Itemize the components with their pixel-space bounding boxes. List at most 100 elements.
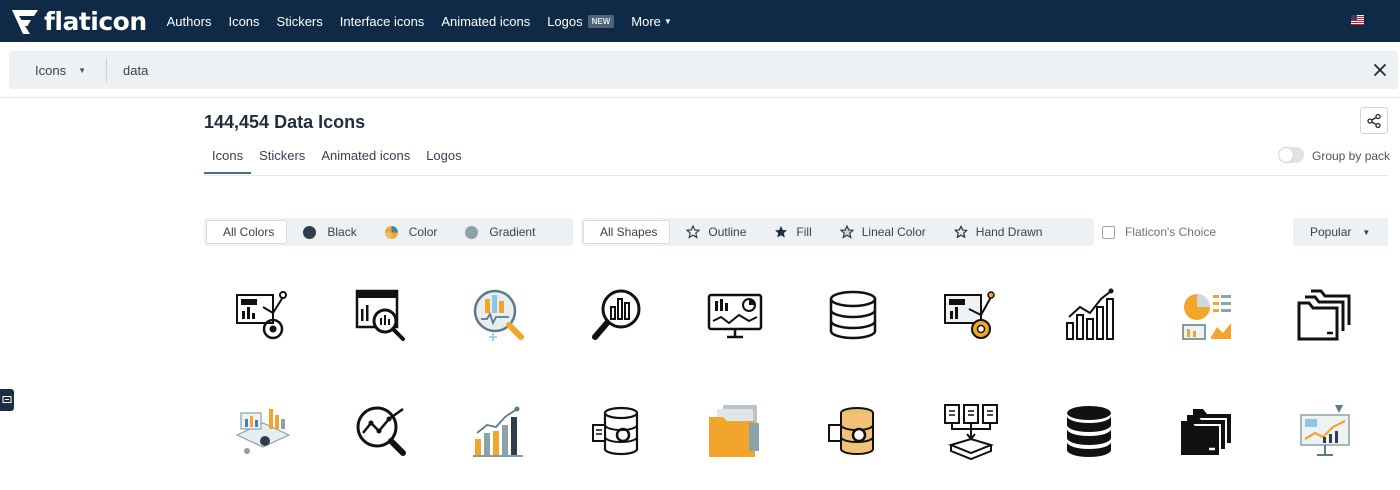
nav-stickers[interactable]: Stickers (277, 14, 323, 29)
nav-logos[interactable]: Logos NEW (547, 13, 615, 29)
filter-gradient-label: Gradient (489, 225, 536, 239)
icon-result[interactable] (1148, 270, 1266, 360)
flaticons-choice-checkbox[interactable] (1102, 225, 1115, 239)
chart-magnifier-icon (592, 289, 641, 340)
nav-logos-label: Logos (547, 13, 583, 29)
icon-result[interactable] (558, 270, 676, 360)
isometric-dashboard-icon (235, 409, 291, 454)
icon-result[interactable] (1030, 386, 1148, 476)
logo-text: flaticon (44, 6, 147, 36)
star-fill-icon (775, 226, 788, 238)
report-charts-icon (1182, 294, 1231, 340)
sort-dropdown[interactable]: Popular ▼ (1293, 218, 1388, 246)
icon-result[interactable] (794, 270, 912, 360)
gradient-dot-icon (465, 225, 479, 239)
filter-lineal-color[interactable]: Lineal Color (824, 220, 938, 244)
yellow-folders-icon (709, 405, 759, 457)
tab-icons[interactable]: Icons (204, 146, 252, 174)
chevron-down-icon: ▼ (663, 16, 672, 26)
tabs-divider (204, 175, 1388, 176)
icon-result[interactable] (1266, 386, 1384, 476)
nav-more[interactable]: More ▼ (631, 14, 672, 29)
sort-label: Popular (1310, 225, 1352, 239)
filter-fill[interactable]: Fill (758, 220, 823, 244)
flaticons-choice-filter[interactable]: Flaticon's Choice (1102, 225, 1216, 239)
filter-lineal-color-label: Lineal Color (861, 225, 926, 239)
filter-black[interactable]: Black (287, 220, 368, 244)
feedback-icon (2, 396, 12, 403)
database-icon (829, 290, 877, 340)
new-badge: NEW (587, 14, 615, 28)
presentation-board-icon (1300, 405, 1350, 456)
icon-result[interactable] (1148, 386, 1266, 476)
icon-result[interactable] (912, 386, 1030, 476)
star-outline-icon (686, 225, 701, 239)
filter-all-shapes[interactable]: All Shapes (583, 220, 671, 244)
data-search-magnifier-icon (473, 289, 524, 341)
nav-authors[interactable]: Authors (167, 14, 212, 29)
database-gear-color-icon (828, 407, 874, 455)
top-navbar: flaticon Authors Icons Stickers Interfac… (0, 0, 1400, 42)
icon-result[interactable] (204, 270, 322, 360)
nav-animated-icons[interactable]: Animated icons (441, 14, 530, 29)
close-icon[interactable] (1372, 62, 1388, 78)
main-nav: Authors Icons Stickers Interface icons A… (167, 0, 689, 42)
search-input[interactable] (123, 58, 1323, 82)
color-dot-icon (384, 225, 398, 239)
chevron-down-icon: ▼ (78, 65, 86, 75)
data-flow-documents-icon (944, 404, 998, 461)
feedback-tab[interactable] (0, 389, 14, 411)
database-fill-icon (1067, 406, 1111, 457)
result-tabs: Icons Stickers Animated icons Logos (204, 146, 470, 174)
icon-result[interactable] (794, 386, 912, 476)
tab-animated-icons[interactable]: Animated icons (313, 146, 418, 174)
database-settings-icon (592, 406, 639, 456)
icon-result[interactable] (912, 270, 1030, 360)
star-hand-drawn-icon (954, 225, 968, 239)
filter-color[interactable]: Color (369, 220, 450, 244)
icon-result[interactable] (322, 386, 440, 476)
group-by-pack-label: Group by pack (1312, 149, 1391, 163)
search-bar: Icons ▼ (9, 51, 1398, 89)
divider (0, 97, 1400, 98)
filter-all-colors[interactable]: All Colors (206, 220, 288, 244)
share-button[interactable] (1360, 107, 1388, 134)
filter-outline[interactable]: Outline (670, 220, 758, 244)
share-icon (1367, 113, 1381, 128)
shape-filter-group: All Shapes Outline Fill Lineal Color Han… (581, 218, 1094, 246)
icon-result[interactable] (322, 270, 440, 360)
icon-result[interactable] (440, 270, 558, 360)
icon-result[interactable] (204, 386, 322, 476)
flaticon-logo[interactable]: flaticon (10, 0, 147, 42)
icon-result[interactable] (1030, 270, 1148, 360)
chevron-down-icon: ▼ (1362, 227, 1371, 237)
page-title: 144,454 Data Icons (204, 112, 366, 132)
flaticon-logo-icon (12, 10, 38, 34)
search-type-dropdown[interactable]: Icons ▼ (9, 58, 107, 82)
folders-fill-icon (1181, 409, 1231, 455)
nav-more-label: More (631, 13, 661, 29)
icon-result[interactable] (676, 386, 794, 476)
icon-result[interactable] (558, 386, 676, 476)
flag-icon[interactable] (1351, 15, 1364, 25)
icon-result[interactable] (440, 386, 558, 476)
nav-icons[interactable]: Icons (228, 14, 259, 29)
monitor-dashboard-icon (707, 293, 763, 339)
filter-hand-drawn-label: Hand Drawn (975, 225, 1043, 239)
folders-icon (1297, 289, 1351, 341)
tab-logos[interactable]: Logos (418, 146, 469, 174)
filter-outline-label: Outline (708, 225, 747, 239)
nav-interface-icons[interactable]: Interface icons (340, 14, 425, 29)
growth-chart-color-icon (473, 406, 523, 457)
tab-stickers[interactable]: Stickers (251, 146, 313, 174)
group-by-pack-toggle[interactable] (1278, 147, 1304, 163)
filter-fill-label: Fill (796, 225, 812, 239)
color-filter-group: All Colors Black Color Gradient (204, 218, 573, 246)
icon-result[interactable] (1266, 270, 1384, 360)
growth-bar-chart-icon (1066, 288, 1114, 340)
filter-hand-drawn[interactable]: Hand Drawn (938, 220, 1055, 244)
filter-gradient[interactable]: Gradient (449, 220, 547, 244)
filter-color-label: Color (408, 225, 438, 239)
flaticons-choice-label: Flaticon's Choice (1125, 225, 1216, 239)
icon-result[interactable] (676, 270, 794, 360)
